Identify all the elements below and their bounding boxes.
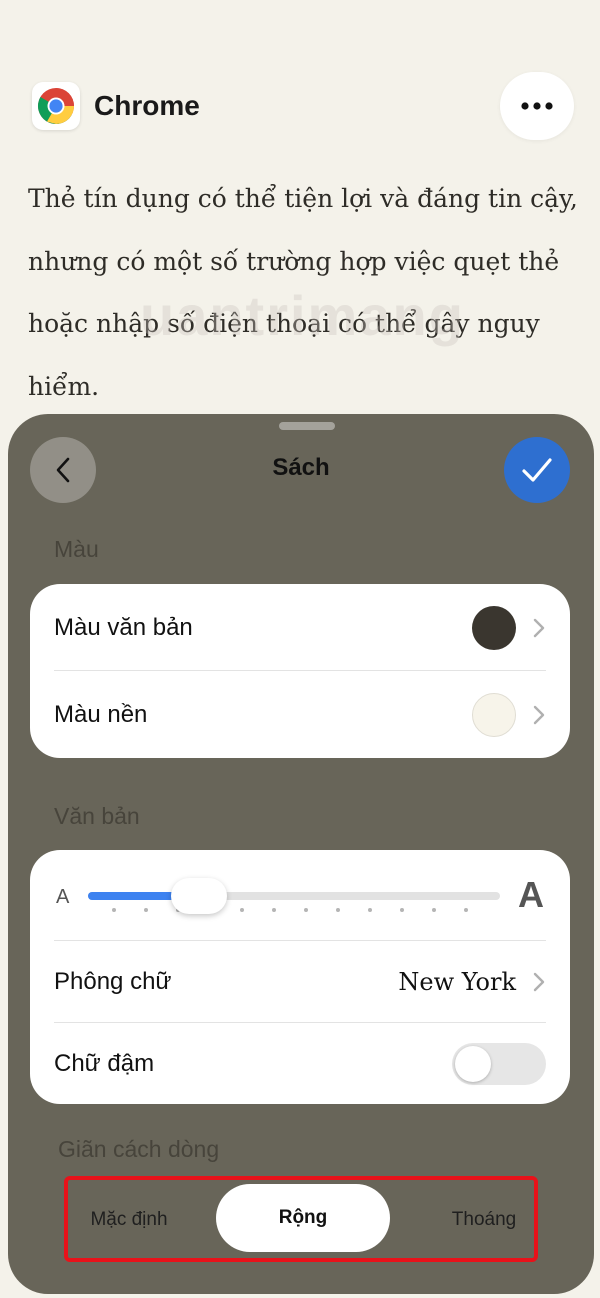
slider-thumb[interactable] — [171, 878, 227, 914]
slider-tick — [336, 908, 340, 912]
reader-settings-sheet: Sách Màu Màu văn bản Màu nền Văn bản A A… — [8, 414, 594, 1294]
slider-tick — [112, 908, 116, 912]
bold-text-label: Chữ đậm — [54, 1049, 155, 1077]
font-size-slider[interactable] — [88, 892, 500, 900]
app-title: Chrome — [94, 90, 200, 121]
bold-text-toggle[interactable] — [452, 1042, 546, 1085]
more-icon — [521, 102, 553, 110]
confirm-button[interactable] — [504, 437, 570, 503]
text-color-swatch — [472, 605, 516, 650]
background-color-label: Màu nền — [54, 700, 148, 728]
font-size-large-label: A — [518, 874, 544, 915]
app-header: Chrome — [32, 82, 200, 130]
toggle-knob — [455, 1045, 491, 1082]
font-value: New York — [398, 967, 516, 996]
slider-tick — [400, 908, 404, 912]
text-color-label: Màu văn bản — [54, 613, 193, 641]
background-color-swatch — [472, 692, 516, 737]
slider-tick — [432, 908, 436, 912]
section-label-color: Màu — [54, 536, 99, 562]
font-label: Phông chữ — [54, 967, 172, 995]
checkmark-icon — [522, 458, 552, 482]
slider-tick — [272, 908, 276, 912]
slider-tick — [368, 908, 372, 912]
slider-tick — [240, 908, 244, 912]
slider-tick — [144, 908, 148, 912]
background-color-row[interactable]: Màu nền — [30, 671, 570, 758]
chevron-right-icon — [533, 705, 545, 724]
watermark: uantrimang — [140, 284, 465, 347]
color-card: Màu văn bản Màu nền — [30, 584, 570, 758]
chrome-icon — [32, 82, 80, 130]
line-spacing-option-default[interactable]: Mặc định — [74, 1200, 184, 1240]
section-label-line-spacing: Giãn cách dòng — [58, 1136, 220, 1162]
chevron-right-icon — [533, 618, 545, 637]
chevron-right-icon — [533, 972, 545, 991]
line-spacing-option-airy[interactable]: Thoáng — [434, 1200, 534, 1240]
bold-text-row: Chữ đậm — [30, 1023, 570, 1104]
line-spacing-selector: Mặc định Rộng Thoáng — [64, 1176, 538, 1262]
font-size-small-label: A — [56, 886, 70, 908]
slider-tick — [464, 908, 468, 912]
more-button[interactable] — [500, 72, 574, 140]
sheet-grabber[interactable] — [279, 422, 335, 430]
line-spacing-option-wide[interactable]: Rộng — [216, 1184, 390, 1252]
text-card: A A Phông chữ New York Chữ đậm — [30, 850, 570, 1104]
font-row[interactable]: Phông chữ New York — [30, 941, 570, 1022]
section-label-text: Văn bản — [54, 803, 140, 829]
text-color-row[interactable]: Màu văn bản — [30, 584, 570, 671]
slider-tick — [304, 908, 308, 912]
